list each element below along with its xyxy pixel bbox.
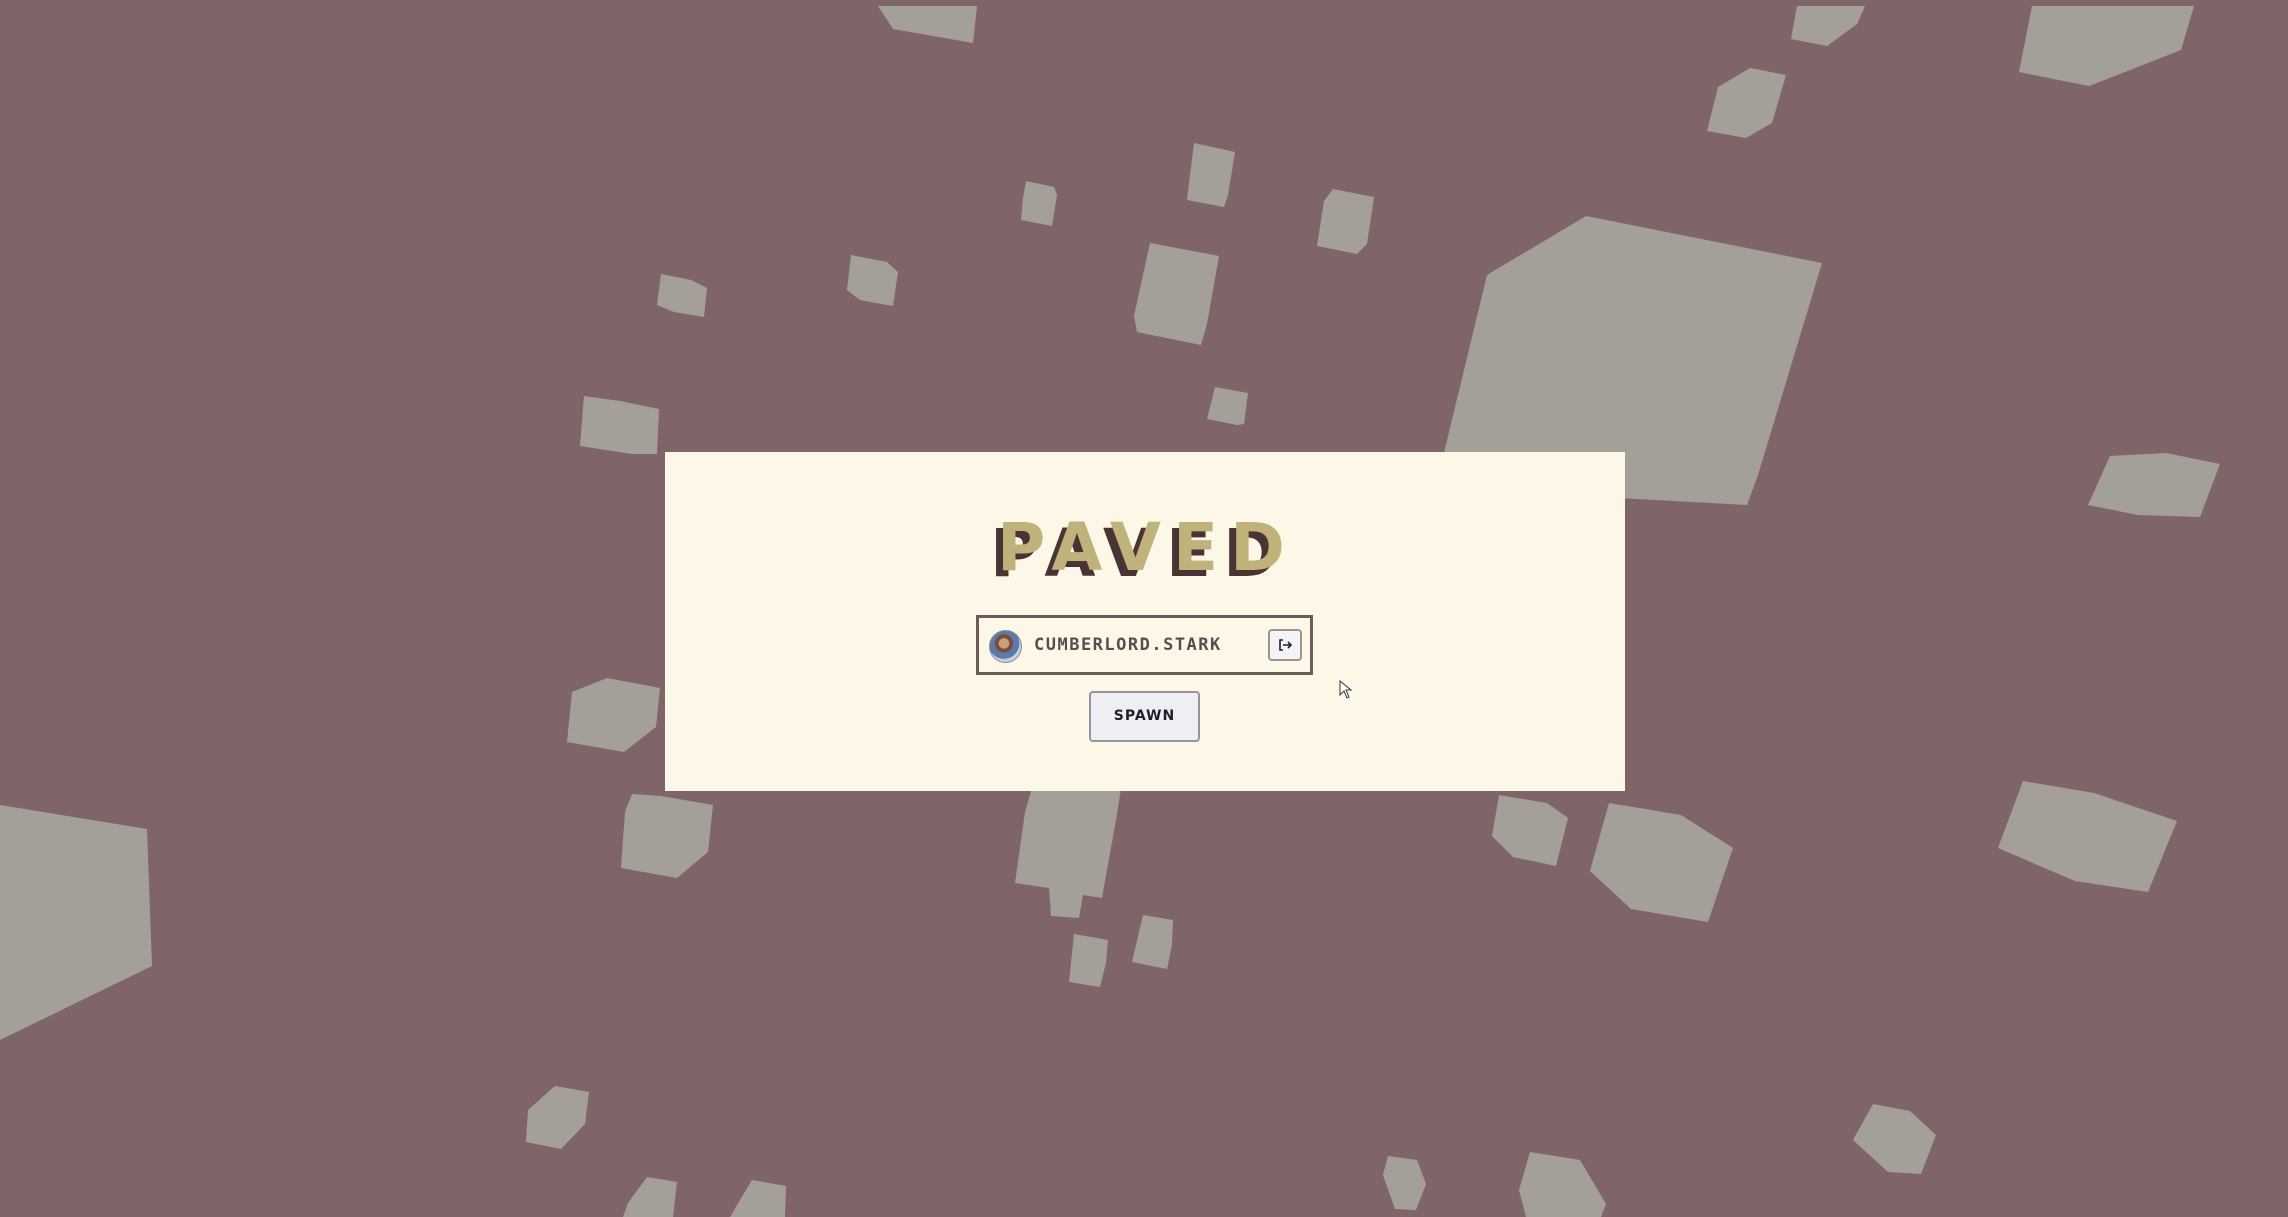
game-logo: PAVED PAVED — [990, 509, 1285, 592]
account-panel: CUMBERLORD.STARK — [976, 615, 1313, 675]
game-logo-face: PAVED — [997, 509, 1297, 586]
username-label: CUMBERLORD.STARK — [1034, 635, 1222, 655]
rock — [1590, 803, 1733, 922]
logout-button[interactable] — [1268, 629, 1302, 661]
rock — [1134, 243, 1219, 345]
rock — [1998, 781, 2177, 892]
rock — [621, 794, 713, 878]
rock — [0, 805, 152, 1040]
rock — [580, 396, 659, 454]
rock — [730, 1180, 786, 1217]
rock — [1187, 143, 1235, 207]
rock — [657, 274, 707, 317]
rock — [1132, 915, 1173, 969]
rock — [623, 1177, 677, 1217]
rock — [1383, 1156, 1426, 1210]
rock — [1853, 1104, 1936, 1174]
rock — [1317, 189, 1374, 254]
rock — [878, 6, 977, 43]
rock — [1069, 934, 1108, 987]
rock — [2019, 6, 2194, 86]
rock — [567, 678, 660, 752]
rock — [1021, 181, 1057, 226]
rock — [1791, 6, 1865, 46]
rock — [1519, 1152, 1606, 1217]
rock — [847, 255, 898, 306]
rock — [1492, 795, 1568, 866]
mouse-cursor-icon — [1339, 680, 1353, 699]
spawn-button[interactable]: SPAWN — [1089, 691, 1200, 742]
avatar — [989, 630, 1022, 663]
rock — [1015, 788, 1121, 918]
rock — [1707, 68, 1786, 138]
rock — [2088, 453, 2220, 517]
rock — [526, 1086, 589, 1149]
rock — [1207, 387, 1248, 425]
logout-icon — [1279, 639, 1293, 651]
